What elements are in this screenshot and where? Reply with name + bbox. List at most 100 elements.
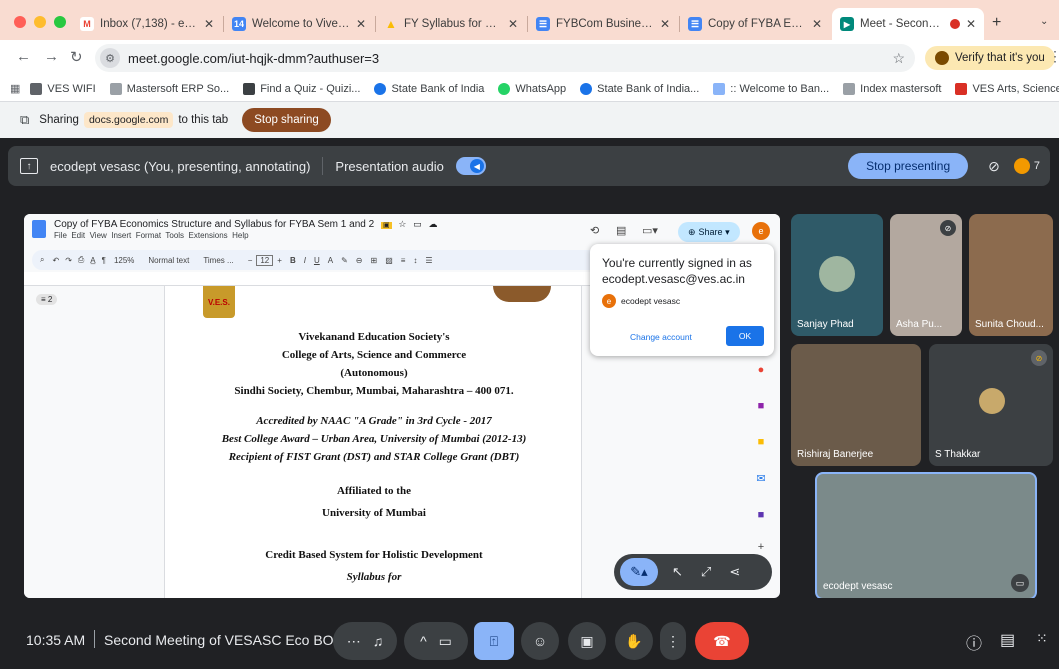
star-icon[interactable]: ☆	[398, 219, 406, 229]
pin-icon[interactable]: ▭	[1011, 574, 1029, 592]
search-menus-icon[interactable]: ⌕	[40, 255, 44, 265]
page-count-badge[interactable]: ≡ 2	[36, 294, 58, 305]
sheets-icon[interactable]: ■	[746, 436, 776, 448]
line-spacing-icon[interactable]: ↕	[413, 256, 417, 265]
more-audio-icon[interactable]: ⋯	[347, 633, 361, 650]
bookmark-item[interactable]: State Bank of India	[374, 82, 484, 95]
participants-icon[interactable]	[1013, 158, 1030, 174]
font-select[interactable]: Times ...	[203, 256, 233, 265]
notes-icon[interactable]: ■	[746, 400, 776, 412]
menu-view[interactable]: View	[90, 231, 107, 240]
more-options-button[interactable]: ⋮	[660, 622, 686, 660]
image-icon[interactable]: ▨	[385, 256, 393, 265]
share-link-icon[interactable]: ⋖	[729, 564, 740, 580]
menu-tools[interactable]: Tools	[165, 231, 184, 240]
tab-fy-syllabus[interactable]: ▲ FY Syllabus for Revision ✕	[376, 8, 526, 40]
bookmark-item[interactable]: VES WIFI	[30, 82, 96, 95]
verify-identity-button[interactable]: Verify that it's you	[925, 46, 1055, 70]
history-icon[interactable]: ⟲	[590, 224, 599, 237]
no-share-icon[interactable]: ⊘	[988, 158, 1000, 175]
participant-tile[interactable]: ⊘ Asha Pu...	[890, 214, 962, 336]
account-avatar[interactable]: e	[752, 222, 770, 240]
stop-presenting-button[interactable]: Stop presenting	[848, 153, 969, 179]
paint-format-icon[interactable]: ¶	[102, 256, 106, 265]
bookmark-item[interactable]: Index mastersoft	[843, 82, 941, 95]
zoom-select[interactable]: 125%	[114, 256, 134, 265]
bookmark-item[interactable]: WhatsApp	[498, 82, 566, 95]
new-tab-button[interactable]: +	[992, 14, 1001, 32]
reactions-button[interactable]: ☺	[521, 622, 559, 660]
increase-size-icon[interactable]: +	[277, 256, 282, 265]
tab-welcome[interactable]: 14 Welcome to Vivekanand ✕	[224, 8, 374, 40]
info-icon[interactable]: ⓘ	[966, 630, 982, 654]
spellcheck-icon[interactable]: A̲	[90, 256, 95, 265]
expand-icon[interactable]: ⤢	[701, 564, 711, 580]
insert-comment-icon[interactable]: ⊞	[370, 256, 377, 265]
italic-icon[interactable]: I	[304, 256, 306, 265]
captions-button[interactable]: ▣	[568, 622, 606, 660]
site-info-icon[interactable]: ⚙	[100, 48, 120, 68]
present-screen-button[interactable]: ⍐	[474, 622, 514, 660]
address-bar[interactable]: ⚙ meet.google.com/iut-hqjk-dmm?authuser=…	[95, 44, 915, 72]
highlight-icon[interactable]: ✎	[341, 256, 348, 265]
folder-icon[interactable]: ▭	[413, 219, 422, 229]
leave-call-button[interactable]: ☎	[695, 622, 749, 660]
change-account-button[interactable]: Change account	[630, 332, 692, 342]
underline-icon[interactable]: U	[314, 256, 320, 265]
doc-title[interactable]: Copy of FYBA Economics Structure and Syl…	[54, 219, 374, 230]
camera-control[interactable]: ^ ▭	[404, 622, 468, 660]
bookmark-item[interactable]: :: Welcome to Ban...	[713, 82, 829, 95]
redo-icon[interactable]: ↷	[65, 256, 72, 265]
close-tab-icon[interactable]: ✕	[812, 17, 822, 31]
close-tab-icon[interactable]: ✕	[356, 17, 366, 31]
chat-icon[interactable]: ▤	[1000, 630, 1015, 650]
undo-icon[interactable]: ↶	[52, 256, 59, 265]
meet-call-icon[interactable]: ▭▾	[642, 224, 658, 237]
apps-grid-icon[interactable]: ▦	[10, 82, 20, 95]
back-arrow-icon[interactable]: ←	[16, 48, 31, 65]
link-icon[interactable]: ⊖	[356, 256, 363, 265]
decrease-size-icon[interactable]: −	[248, 256, 253, 265]
pen-tool-icon[interactable]: ✎▴	[620, 558, 658, 586]
checklist-icon[interactable]: ☰	[425, 256, 432, 265]
comments-icon[interactable]: ▤	[616, 224, 626, 237]
participant-tile[interactable]: Rishiraj Banerjee	[791, 344, 921, 466]
mic-control[interactable]: ⋯ ♫	[333, 622, 397, 660]
close-tab-icon[interactable]: ✕	[508, 17, 518, 31]
tab-meet[interactable]: ▶ Meet - Second Meet ✕	[832, 8, 984, 40]
participant-tile[interactable]: Sunita Choud...	[969, 214, 1053, 336]
close-window-button[interactable]	[14, 16, 26, 28]
tab-inbox[interactable]: M Inbox (7,138) - ecodept ✕	[72, 8, 222, 40]
participant-tile[interactable]: Sanjay Phad	[791, 214, 883, 336]
forward-arrow-icon[interactable]: →	[44, 48, 59, 65]
bold-icon[interactable]: B	[290, 256, 296, 265]
font-size-input[interactable]: 12	[256, 254, 274, 266]
tasks-icon[interactable]: ✉	[746, 472, 776, 485]
close-tab-icon[interactable]: ✕	[204, 17, 214, 31]
maps-icon[interactable]: ●	[746, 364, 776, 376]
style-select[interactable]: Normal text	[148, 256, 189, 265]
activities-icon[interactable]: ⁙	[1036, 630, 1048, 647]
raise-hand-button[interactable]: ✋	[615, 622, 653, 660]
maximize-window-button[interactable]	[54, 16, 66, 28]
stop-sharing-button[interactable]: Stop sharing	[242, 108, 331, 132]
bookmark-item[interactable]: State Bank of India...	[580, 82, 699, 95]
ok-button[interactable]: OK	[726, 326, 764, 346]
bookmark-item[interactable]: Find a Quiz - Quizi...	[243, 82, 360, 95]
audio-toggle[interactable]: ◀	[455, 157, 486, 175]
minimize-window-button[interactable]	[34, 16, 46, 28]
self-view-tile[interactable]: ecodept vesasc ▭	[815, 472, 1037, 600]
add-addon-icon[interactable]: +	[746, 541, 776, 553]
participant-tile[interactable]: ⊘ S Thakkar	[929, 344, 1053, 466]
bookmark-item[interactable]: VES Arts, Science...	[955, 82, 1059, 95]
bookmark-star-icon[interactable]: ☆	[892, 50, 905, 67]
share-doc-button[interactable]: ⊕ Share ▾	[678, 222, 740, 242]
reload-icon[interactable]: ↻	[70, 48, 83, 66]
menu-insert[interactable]: Insert	[111, 231, 131, 240]
tab-copy-fyba[interactable]: ☰ Copy of FYBA Econo ✕	[680, 8, 830, 40]
contacts-icon[interactable]: ■	[746, 509, 776, 521]
menu-help[interactable]: Help	[232, 231, 248, 240]
chevron-down-icon[interactable]: ⌄	[1040, 16, 1048, 27]
close-tab-icon[interactable]: ✕	[966, 17, 976, 31]
close-tab-icon[interactable]: ✕	[660, 17, 670, 31]
